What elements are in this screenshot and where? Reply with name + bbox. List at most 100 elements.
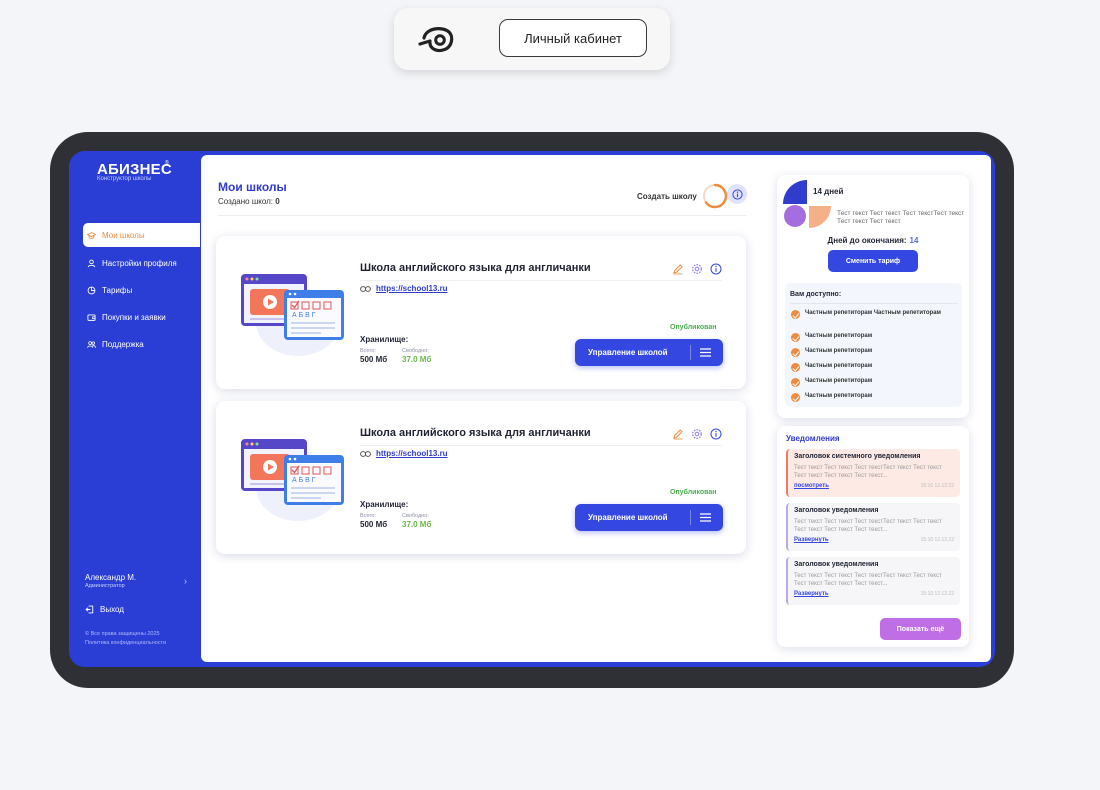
days-remaining: Дней до окончания: 14 <box>777 236 969 245</box>
feature-label: Частным репетиторам <box>805 393 873 399</box>
school-url: https://school13.ru <box>376 284 448 293</box>
storage-free-caption: Свободно: <box>402 513 429 519</box>
hamburger-menu-icon <box>700 513 711 522</box>
pie-chart-icon <box>87 286 96 295</box>
notification-time: 15:10 12.12.22 <box>920 483 954 489</box>
storage-total-value: 500 Мб <box>360 355 388 364</box>
feature-label: Частным репетиторам Частным репетиторам <box>805 310 941 316</box>
page-title: Мои школы <box>218 180 287 194</box>
storage-label: Хранилище: <box>360 500 409 509</box>
wallet-icon <box>87 314 96 321</box>
notification-body: Тест текст Тест текст Тест текстТест тек… <box>794 465 942 479</box>
users-icon <box>87 341 96 348</box>
svg-text:А Б В Г: А Б В Г <box>292 477 316 484</box>
notification-item[interactable]: Заголовок уведомления Тест текст Тест те… <box>786 557 960 605</box>
legal-info: © Все права защищены 2025 Политика конфи… <box>85 630 166 648</box>
app-screen: АБИЗНЕС ® Конструктор школы Мои школы На… <box>69 151 995 667</box>
school-illustration-icon: А Б В Г <box>241 439 344 521</box>
status-badge: Опубликован <box>670 324 717 331</box>
sidebar-item-purchases[interactable]: Покупки и заявки <box>83 304 200 331</box>
graduation-cap-icon <box>87 231 96 239</box>
school-illustration-icon: А Б В Г <box>241 274 344 356</box>
notifications-card: Уведомления Заголовок системного уведомл… <box>777 426 969 647</box>
user-icon <box>87 259 96 268</box>
sidebar-item-tariffs[interactable]: Тарифы <box>83 277 200 304</box>
change-tariff-button[interactable]: Сменить тариф <box>828 250 918 272</box>
notification-link[interactable]: Развернуть <box>794 591 829 597</box>
settings-gear-icon[interactable] <box>691 427 703 439</box>
storage-free: Свободно: 37.0 Мб <box>402 513 431 529</box>
available-features: Вам доступно: Частным репетиторам Частны… <box>785 283 962 407</box>
user-profile[interactable]: Александр М. Администратор › <box>85 573 187 589</box>
notification-link[interactable]: посмотреть <box>794 483 829 489</box>
copyright-text: © Все права защищены 2025 <box>85 631 160 637</box>
manage-school-label: Управление школой <box>588 348 668 357</box>
sidebar-item-profile-settings[interactable]: Настройки профиля <box>83 250 200 277</box>
notification-heading: Заголовок уведомления <box>794 561 879 568</box>
check-icon <box>791 363 800 372</box>
storage-total: Всего: 500 Мб <box>360 348 387 364</box>
notification-item[interactable]: Заголовок уведомления Тест текст Тест те… <box>786 503 960 551</box>
check-icon <box>791 378 800 387</box>
create-school-button[interactable]: Создать школу <box>637 183 728 209</box>
personal-cabinet-button[interactable]: Личный кабинет <box>499 19 647 57</box>
sidebar-item-label: Покупки и заявки <box>102 313 166 322</box>
available-divider <box>790 303 958 304</box>
notification-item[interactable]: Заголовок системного уведомления Тест те… <box>786 449 960 497</box>
school-url-link[interactable]: https://school13.ru <box>360 449 448 458</box>
brand-logo-icon[interactable] <box>416 22 458 56</box>
header-divider <box>218 215 746 216</box>
info-icon[interactable] <box>710 262 722 275</box>
available-title: Вам доступно: <box>790 291 842 298</box>
created-label: Создано школ: <box>218 197 274 206</box>
privacy-link[interactable]: Политика конфиденциальности <box>85 639 166 648</box>
tariff-description: Тест текст Тест текст Тест текстТест тек… <box>837 210 965 225</box>
storage-total-value: 500 Мб <box>360 520 388 529</box>
logout-icon <box>85 605 94 614</box>
link-icon <box>360 450 371 457</box>
edit-pencil-icon[interactable] <box>672 427 684 440</box>
school-url-link[interactable]: https://school13.ru <box>360 284 448 293</box>
edit-pencil-icon[interactable] <box>672 262 684 275</box>
school-title: Школа английского языка для англичанки <box>360 262 591 274</box>
feature-item: Частным репетиторам <box>791 393 951 402</box>
show-more-button[interactable]: Показать ещё <box>880 618 961 640</box>
check-icon <box>791 333 800 342</box>
status-badge: Опубликован <box>670 489 717 496</box>
school-card: А Б В Г Школа английского языка для англ… <box>216 401 746 554</box>
logout-button[interactable]: Выход <box>85 605 124 614</box>
sidebar-item-label: Поддержка <box>102 340 144 349</box>
card-divider <box>360 280 722 281</box>
storage-free-value: 37.0 Мб <box>402 355 432 364</box>
feature-item: Частным репетиторам <box>791 333 951 342</box>
brand-registered-mark: ® <box>165 160 169 166</box>
card-divider <box>360 445 722 446</box>
storage-label: Хранилище: <box>360 335 409 344</box>
notification-body: Тест текст Тест текст Тест текстТест тек… <box>794 573 942 587</box>
manage-school-label: Управление школой <box>588 513 668 522</box>
manage-school-button[interactable]: Управление школой <box>575 504 723 531</box>
storage-free-value: 37.0 Мб <box>402 520 432 529</box>
tariff-card: 14 дней Тест текст Тест текст Тест текст… <box>777 175 969 418</box>
notification-heading: Заголовок уведомления <box>794 507 879 514</box>
check-icon <box>791 393 800 402</box>
notification-link[interactable]: Развернуть <box>794 537 829 543</box>
brand-logo[interactable]: АБИЗНЕС ® Конструктор школы <box>97 160 187 182</box>
sidebar-item-support[interactable]: Поддержка <box>83 331 200 358</box>
days-remaining-value: 14 <box>909 236 919 245</box>
feature-item: Частным репетиторам Частным репетиторам <box>791 310 951 319</box>
storage-total-caption: Всего: <box>360 513 376 519</box>
notifications-title: Уведомления <box>786 434 840 443</box>
notification-time: 15:10 12.12.22 <box>920 537 954 543</box>
settings-gear-icon[interactable] <box>691 262 703 274</box>
info-button[interactable] <box>727 184 747 204</box>
sidebar-item-my-schools[interactable]: Мои школы <box>83 223 200 247</box>
link-icon <box>360 285 371 292</box>
sidebar-nav: Мои школы Настройки профиля Тарифы Покуп… <box>83 223 200 358</box>
hamburger-menu-icon <box>700 348 711 357</box>
brand-subtitle: Конструктор школы <box>97 176 152 182</box>
manage-school-button[interactable]: Управление школой <box>575 339 723 366</box>
school-url: https://school13.ru <box>376 449 448 458</box>
button-separator <box>690 510 691 525</box>
info-icon[interactable] <box>710 427 722 440</box>
